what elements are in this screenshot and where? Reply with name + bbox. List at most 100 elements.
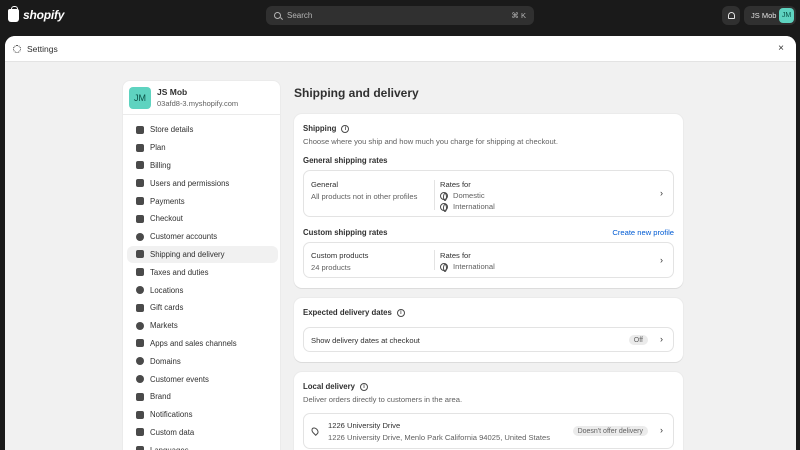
brand-name: shopify <box>23 8 65 22</box>
expected-title-text: Expected delivery dates <box>303 308 392 317</box>
store-avatar: JM <box>129 86 151 109</box>
expected-delivery-card: Expected delivery dates i Show delivery … <box>294 298 683 362</box>
globe-icon <box>136 357 144 366</box>
sidebar-item-domains[interactable]: Domains <box>127 352 278 370</box>
sidebar-item-locations[interactable]: Locations <box>127 281 278 299</box>
page-title: Shipping and delivery <box>294 86 419 100</box>
chevron-right-icon: › <box>660 334 663 344</box>
search-placeholder: Search <box>287 11 313 20</box>
custom-profile-row[interactable]: Custom products 24 products Rates for In… <box>303 242 674 278</box>
location-address: 1226 University Drive, Menlo Park Califo… <box>328 433 551 442</box>
info-icon[interactable]: i <box>396 308 405 317</box>
tax-icon <box>136 268 144 277</box>
sidebar-item-label: Apps and sales channels <box>150 338 237 348</box>
delivery-dates-label: Show delivery dates at checkout <box>311 336 420 345</box>
divider <box>434 250 435 270</box>
shipping-title: Shipping i <box>303 124 350 133</box>
expected-delivery-title: Expected delivery dates i <box>303 308 405 317</box>
sidebar-item-plan[interactable]: Plan <box>127 139 278 157</box>
rates-label: Rates for <box>440 251 471 260</box>
rate-international: International <box>453 202 495 211</box>
sidebar-item-payments[interactable]: Payments <box>127 192 278 210</box>
rate-item: Domestic <box>440 191 485 201</box>
person-icon <box>136 232 144 241</box>
sidebar-item-custom-data[interactable]: Custom data <box>127 424 278 442</box>
sidebar-item-billing[interactable]: Billing <box>127 157 278 175</box>
profile-name: General <box>311 180 339 189</box>
create-profile-link[interactable]: Create new profile <box>612 228 674 237</box>
delivery-dates-row[interactable]: Show delivery dates at checkout Off › <box>303 327 674 352</box>
search-icon <box>274 12 281 19</box>
sidebar-item-notifications[interactable]: Notifications <box>127 406 278 424</box>
language-icon <box>136 446 144 450</box>
rate-item: International <box>440 262 495 272</box>
location-icon <box>136 286 144 295</box>
sidebar-item-label: Billing <box>150 160 171 170</box>
sidebar-item-shipping-and-delivery[interactable]: Shipping and delivery <box>127 245 278 264</box>
search-shortcut: ⌘ K <box>511 11 526 20</box>
sidebar-item-taxes-and-duties[interactable]: Taxes and duties <box>127 263 278 281</box>
local-delivery-card: Local delivery i Deliver orders directly… <box>294 372 683 450</box>
sidebar-item-label: Custom data <box>150 427 195 437</box>
local-delivery-subtitle: Deliver orders directly to customers in … <box>303 395 463 404</box>
globe-icon <box>440 262 448 272</box>
sidebar-item-apps-and-sales-channels[interactable]: Apps and sales channels <box>127 335 278 353</box>
settings-header: Settings × <box>5 36 796 62</box>
plan-icon <box>136 143 144 152</box>
rate-international: International <box>453 262 495 271</box>
store-icon <box>136 125 144 134</box>
status-badge: Off <box>628 335 648 345</box>
sidebar-item-checkout[interactable]: Checkout <box>127 210 278 228</box>
cart-icon <box>136 214 144 223</box>
profile-desc: All products not in other profiles <box>311 192 418 201</box>
sidebar-item-label: Payments <box>150 196 185 206</box>
data-icon <box>136 428 144 437</box>
sidebar-item-gift-cards[interactable]: Gift cards <box>127 299 278 317</box>
sidebar-item-label: Checkout <box>150 214 183 224</box>
sidebar-item-markets[interactable]: Markets <box>127 317 278 335</box>
avatar: JM <box>779 8 794 23</box>
rate-item: International <box>440 202 495 212</box>
shopify-bag-icon <box>8 5 19 22</box>
truck-icon <box>136 250 144 259</box>
sidebar-item-brand[interactable]: Brand <box>127 388 278 406</box>
info-icon[interactable]: i <box>341 124 350 133</box>
sidebar-item-label: Users and permissions <box>150 178 230 188</box>
info-icon[interactable]: i <box>360 382 369 391</box>
status-badge: Doesn't offer delivery <box>572 426 648 436</box>
chevron-right-icon: › <box>660 188 663 198</box>
sidebar-item-users-and-permissions[interactable]: Users and permissions <box>127 174 278 192</box>
location-name: 1226 University Drive <box>328 421 401 430</box>
globe-icon <box>136 321 144 330</box>
events-icon <box>136 375 144 384</box>
shopify-logo[interactable]: shopify <box>8 5 65 22</box>
profile-desc: 24 products <box>311 263 351 272</box>
store-domain: 03afd8-3.myshopify.com <box>157 99 239 108</box>
store-header[interactable]: JM JS Mob 03afd8-3.myshopify.com <box>123 81 280 115</box>
close-icon[interactable]: × <box>774 43 788 54</box>
rates-label: Rates for <box>440 180 471 189</box>
general-rates-title: General shipping rates <box>303 156 388 165</box>
sidebar-item-customer-events[interactable]: Customer events <box>127 370 278 388</box>
search-input[interactable]: Search ⌘ K <box>266 6 534 25</box>
sidebar-item-label: Store details <box>150 125 194 135</box>
custom-rates-title: Custom shipping rates <box>303 228 388 237</box>
sidebar-item-label: Languages <box>150 446 189 450</box>
sidebar-item-label: Plan <box>150 143 166 153</box>
globe-icon <box>440 202 448 212</box>
general-profile-row[interactable]: General All products not in other profil… <box>303 170 674 217</box>
bell-icon <box>136 410 144 419</box>
notifications-button[interactable] <box>722 6 740 25</box>
bell-icon <box>727 12 735 19</box>
settings-sidebar: JM JS Mob 03afd8-3.myshopify.com Store d… <box>122 80 281 450</box>
apps-icon <box>136 339 144 348</box>
user-menu-button[interactable]: JS Mob JM <box>744 6 796 25</box>
shipping-card: Shipping i Choose where you ship and how… <box>294 114 683 288</box>
chevron-right-icon: › <box>660 425 663 435</box>
payments-icon <box>136 197 144 206</box>
sidebar-item-label: Brand <box>150 392 171 402</box>
sidebar-item-customer-accounts[interactable]: Customer accounts <box>127 228 278 246</box>
location-row[interactable]: 1226 University Drive 1226 University Dr… <box>303 413 674 449</box>
sidebar-item-languages[interactable]: Languages <box>127 441 278 450</box>
sidebar-item-store-details[interactable]: Store details <box>127 121 278 139</box>
